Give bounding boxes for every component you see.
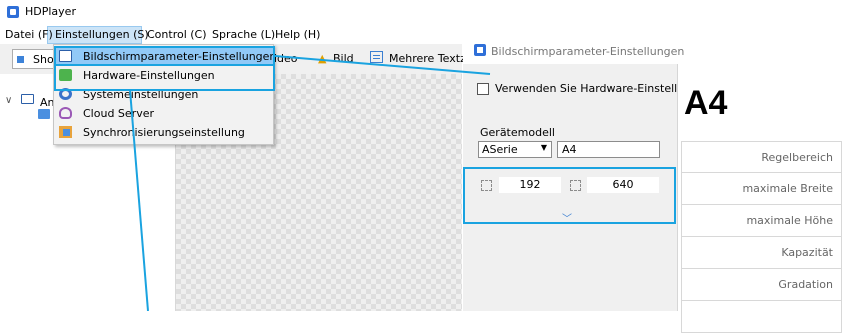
callout-lines <box>129 55 491 311</box>
callout-line-dialog <box>274 55 491 75</box>
callout-line-hardware <box>129 89 149 311</box>
